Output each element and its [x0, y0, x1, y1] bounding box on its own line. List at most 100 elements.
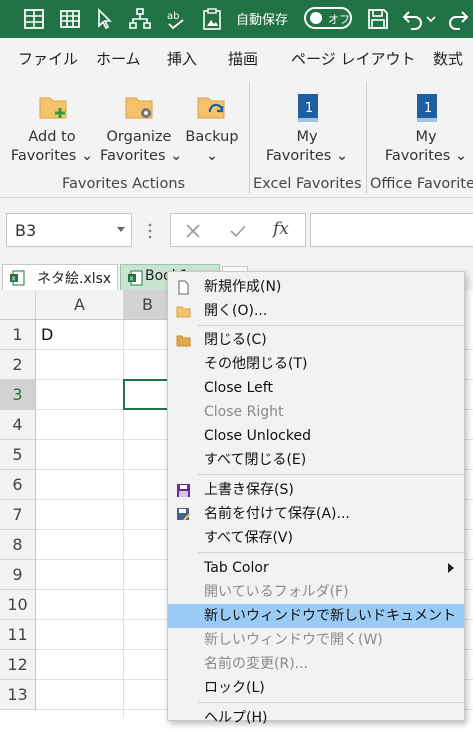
menu-item-rename[interactable]: 名前の変更(R)...: [168, 652, 464, 676]
row-header-12[interactable]: 12: [0, 650, 36, 680]
menu-item-label: その他閉じる(T): [204, 356, 308, 372]
row-header-3[interactable]: 3: [0, 380, 36, 410]
table-icon[interactable]: [58, 7, 82, 31]
row-header-9[interactable]: 9: [0, 560, 36, 590]
menu-item-new[interactable]: 新規作成(N): [168, 275, 464, 299]
menu-item-help[interactable]: ヘルプ(H): [168, 706, 464, 730]
menu-home[interactable]: ホーム: [96, 48, 141, 69]
menu-page-layout[interactable]: ページ レイアウト: [291, 48, 415, 69]
tab-neta-xlsx[interactable]: x ネタ絵.xlsx: [2, 264, 118, 290]
group-label-office-favorites: Office Favorites: [370, 176, 473, 192]
menu-item-label: ロック(L): [204, 680, 265, 696]
add-to-favorites-button[interactable]: Add to Favorites ⌄: [8, 88, 96, 172]
menu-draw[interactable]: 描画: [228, 48, 258, 69]
row-header-2[interactable]: 2: [0, 350, 36, 380]
ribbon-separator: [249, 82, 250, 194]
backup-button[interactable]: Backup ⌄: [182, 88, 242, 172]
menu-item-label: ヘルプ(H): [204, 710, 268, 726]
excel-my-favorites-button[interactable]: 1 My Favorites ⌄: [262, 88, 352, 172]
backup-label-2: ⌄: [205, 148, 219, 164]
chevron-down-icon[interactable]: [425, 7, 437, 31]
office-my-favorites-button[interactable]: 1 My Favorites ⌄: [380, 88, 472, 172]
menu-separator: [198, 702, 464, 703]
open-folder-icon: [176, 306, 191, 318]
add-to-favorites-label-2: Favorites ⌄: [10, 148, 94, 164]
menu-item-label: すべて閉じる(E): [204, 452, 307, 468]
column-header-a[interactable]: A: [36, 290, 124, 320]
close-folder-icon: [176, 335, 191, 347]
menu-item-open-folder[interactable]: 開いているフォルダ(F): [168, 580, 464, 604]
save-icon[interactable]: [366, 7, 390, 31]
selected-cell-b3[interactable]: [123, 379, 171, 410]
menu-item-label: 新しいウィンドウで新しいドキュメント: [204, 608, 456, 624]
name-box[interactable]: B3: [6, 213, 132, 247]
spelling-icon[interactable]: ab: [165, 7, 189, 31]
row-header-8[interactable]: 8: [0, 530, 36, 560]
save-icon: [177, 484, 190, 497]
menu-item-close-others[interactable]: その他閉じる(T): [168, 352, 464, 376]
menu-item-tab-color[interactable]: Tab Color: [168, 556, 464, 580]
select-all-corner[interactable]: [0, 290, 36, 320]
cell-a1[interactable]: D: [41, 325, 53, 344]
menu-item-save-all[interactable]: すべて保存(V): [168, 526, 464, 550]
menu-item-close-all[interactable]: すべて閉じる(E): [168, 448, 464, 472]
grid-view-icon[interactable]: [22, 7, 46, 31]
menu-item-close[interactable]: 閉じる(C): [168, 328, 464, 352]
clipboard-image-icon[interactable]: [200, 7, 224, 31]
menu-item-new-window-new-document[interactable]: 新しいウィンドウで新しいドキュメント: [168, 604, 464, 628]
title-bar: ab 自動保存 オフ: [0, 0, 473, 38]
folder-gear-icon: [125, 97, 153, 119]
menu-item-open[interactable]: 開く(O)...: [168, 299, 464, 323]
menu-item-label: Close Left: [204, 380, 273, 396]
undo-icon[interactable]: [401, 7, 425, 31]
menu-item-save-as[interactable]: 名前を付けて保存(A)...: [168, 502, 464, 526]
menu-formulas[interactable]: 数式: [433, 48, 463, 69]
row-header-1[interactable]: 1: [0, 320, 36, 350]
menu-item-label: Tab Color: [204, 560, 269, 576]
folder-backup-icon: [197, 97, 225, 119]
menu-item-close-right[interactable]: Close Right: [168, 400, 464, 424]
organize-favorites-label-1: Organize: [106, 129, 172, 145]
menu-item-label: 新しいウィンドウで開く(W): [204, 632, 383, 648]
row-header-13[interactable]: 13: [0, 680, 36, 710]
name-box-value: B3: [15, 221, 37, 240]
backup-label-1: Backup: [185, 129, 239, 145]
office-my-favorites-label-1: My: [415, 129, 437, 145]
redo-icon[interactable]: [446, 7, 470, 31]
menu-item-label: 名前を付けて保存(A)...: [204, 506, 350, 522]
chevron-down-icon[interactable]: [117, 227, 125, 232]
organize-favorites-label-2: Favorites ⌄: [100, 148, 183, 164]
menu-item-save[interactable]: 上書き保存(S): [168, 478, 464, 502]
row-header-11[interactable]: 11: [0, 620, 36, 650]
menu-item-close-left[interactable]: Close Left: [168, 376, 464, 400]
select-cursor-icon[interactable]: [93, 7, 117, 31]
book-icon: 1: [417, 94, 437, 122]
new-document-icon: [178, 280, 189, 295]
enter-check-icon[interactable]: [229, 223, 247, 239]
insert-function-icon[interactable]: fx: [273, 219, 289, 239]
menu-file[interactable]: ファイル: [18, 48, 78, 69]
menu-item-close-unlocked[interactable]: Close Unlocked: [168, 424, 464, 448]
menu-item-label: 開いているフォルダ(F): [204, 584, 349, 600]
excel-my-favorites-label-2: Favorites ⌄: [265, 148, 349, 164]
row-header-6[interactable]: 6: [0, 470, 36, 500]
hierarchy-icon[interactable]: [128, 7, 152, 31]
organize-favorites-button[interactable]: Organize Favorites ⌄: [100, 88, 183, 172]
row-header-5[interactable]: 5: [0, 440, 36, 470]
row-header-10[interactable]: 10: [0, 590, 36, 620]
menu-item-open-in-new-window[interactable]: 新しいウィンドウで開く(W): [168, 628, 464, 652]
excel-file-icon: x: [10, 270, 25, 286]
toggle-state-label: オフ: [328, 13, 350, 26]
toggle-knob: [310, 12, 322, 24]
cancel-icon[interactable]: [185, 223, 201, 239]
column-header-b[interactable]: B: [124, 290, 172, 320]
row-header-7[interactable]: 7: [0, 500, 36, 530]
menu-item-lock[interactable]: ロック(L): [168, 676, 464, 700]
formula-input[interactable]: [310, 213, 473, 247]
group-label-favorites-actions: Favorites Actions: [62, 176, 186, 192]
drag-handle-icon[interactable]: [146, 222, 154, 240]
menu-insert[interactable]: 挿入: [167, 48, 197, 69]
row-header-4[interactable]: 4: [0, 410, 36, 440]
menu-item-label: Close Right: [204, 404, 284, 420]
autosave-toggle[interactable]: オフ: [304, 7, 352, 29]
